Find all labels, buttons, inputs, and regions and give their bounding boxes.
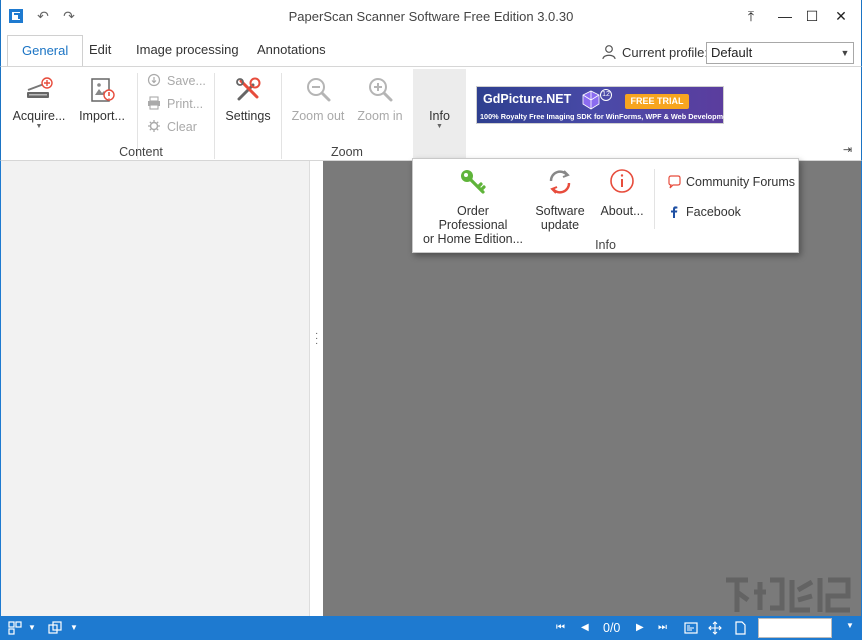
zoom-out-label: Zoom out xyxy=(291,109,345,123)
ad-version-badge: 12 xyxy=(600,89,612,101)
status-bar: ▼ ▼ ⏮ ◀ 0/0 ▶ ⏭ ▼ xyxy=(0,616,862,640)
ad-title: GdPicture.NET xyxy=(483,92,572,106)
window-title: PaperScan Scanner Software Free Edition … xyxy=(288,9,574,24)
settings-tools-icon xyxy=(236,77,261,101)
clear-button[interactable]: Clear xyxy=(147,117,197,137)
software-update-button[interactable]: Software update xyxy=(531,167,589,232)
ribbon: Acquire... ▼ Import... Save... Print... xyxy=(0,66,862,161)
first-page-icon[interactable]: ⏮ xyxy=(556,622,565,633)
save-button[interactable]: Save... xyxy=(147,71,206,91)
chat-bubble-icon xyxy=(668,175,681,189)
ribbon-tab-bar: General Edit Image processing Annotation… xyxy=(0,32,862,67)
gdpicture-ad-banner[interactable]: GdPicture.NET 12 FREE TRIAL 100% Royalty… xyxy=(476,86,734,124)
profile-select-value: Default xyxy=(711,45,753,60)
maximize-button[interactable]: ☐ xyxy=(798,4,826,28)
facebook-label: Facebook xyxy=(686,205,741,219)
about-label: About... xyxy=(600,204,644,218)
print-label: Print... xyxy=(167,97,204,111)
panel-splitter[interactable]: · · · xyxy=(310,161,323,616)
user-profile-icon xyxy=(602,45,616,60)
fit-page-icon[interactable] xyxy=(708,621,722,635)
minimize-button[interactable]: — xyxy=(771,4,799,28)
save-label: Save... xyxy=(167,74,206,88)
current-profile-label: Current profile: xyxy=(601,44,708,60)
ribbon-display-options-button[interactable]: ⤒ xyxy=(737,4,765,28)
import-image-icon xyxy=(91,78,115,102)
acquire-button[interactable]: Acquire... ▼ xyxy=(9,75,69,131)
dropdown-caret-icon: ▼ xyxy=(35,123,43,130)
content-group-label: Content xyxy=(119,145,163,159)
zoom-in-icon xyxy=(369,78,393,102)
about-button[interactable]: About... xyxy=(595,167,649,218)
refresh-update-icon xyxy=(549,170,571,194)
settings-label: Settings xyxy=(225,109,271,123)
site-watermark-logo xyxy=(726,577,851,613)
dropdown-caret-icon: ▼ xyxy=(436,123,443,130)
info-button[interactable]: Info ▼ xyxy=(413,69,466,161)
zoom-out-button[interactable]: Zoom out xyxy=(287,75,349,123)
clear-label: Clear xyxy=(167,120,197,134)
info-group-label: Info xyxy=(595,238,616,252)
title-bar: ↶ ↷ PaperScan Scanner Software Free Edit… xyxy=(0,0,862,32)
printer-icon xyxy=(148,96,160,110)
dropdown-separator xyxy=(654,169,655,229)
undo-button[interactable]: ↶ xyxy=(33,6,53,26)
facebook-icon xyxy=(671,206,678,218)
info-circle-icon xyxy=(610,169,634,193)
actual-size-icon[interactable] xyxy=(684,621,698,635)
order-line1: Order Professional xyxy=(438,204,508,232)
update-line2: update xyxy=(540,218,580,232)
import-button[interactable]: Import... xyxy=(73,75,131,123)
facebook-link[interactable]: Facebook xyxy=(667,202,741,222)
profile-select[interactable]: Default ▼ xyxy=(706,42,854,64)
order-edition-button[interactable]: Order Professional or Home Edition... xyxy=(421,167,525,246)
zoom-group-label: Zoom xyxy=(331,145,363,159)
pin-ribbon-icon[interactable]: ⇥ xyxy=(843,143,855,156)
last-page-icon[interactable]: ⏭ xyxy=(658,622,667,633)
pages-view-icon[interactable] xyxy=(48,621,62,635)
key-icon xyxy=(461,170,486,194)
community-forums-link[interactable]: Community Forums xyxy=(667,172,795,192)
info-label: Info xyxy=(429,109,450,123)
clear-gear-icon xyxy=(148,120,160,132)
app-logo-icon xyxy=(9,9,23,23)
ad-free-trial-badge: FREE TRIAL xyxy=(625,94,689,109)
zoom-in-label: Zoom in xyxy=(357,109,403,123)
import-label: Import... xyxy=(79,109,125,123)
cube-logo-icon xyxy=(582,90,600,110)
close-button[interactable]: ✕ xyxy=(827,4,855,28)
ad-subtitle: 100% Royalty Free Imaging SDK for WinFor… xyxy=(480,112,735,121)
next-page-icon[interactable]: ▶ xyxy=(636,622,644,633)
info-button-label-wrap: Info ▼ xyxy=(413,109,466,131)
tab-edit[interactable]: Edit xyxy=(75,35,125,66)
thumbnails-dropdown-icon[interactable]: ▼ xyxy=(28,623,36,632)
page-counter: 0/0 xyxy=(603,621,621,635)
previous-page-icon[interactable]: ◀ xyxy=(581,622,589,633)
info-dropdown-panel: Order Professional or Home Edition... So… xyxy=(412,158,799,253)
settings-button[interactable]: Settings xyxy=(219,75,277,123)
fit-width-icon[interactable] xyxy=(733,621,747,635)
update-line1: Software xyxy=(535,204,585,218)
thumbnail-panel xyxy=(1,161,310,616)
tab-annotations[interactable]: Annotations xyxy=(243,35,340,66)
chevron-down-icon: ▼ xyxy=(840,48,850,58)
splitter-grip-icon: · · · xyxy=(315,328,319,349)
zoom-dropdown-icon[interactable]: ▼ xyxy=(846,621,854,630)
thumbnails-view-icon[interactable] xyxy=(8,621,22,635)
tab-general[interactable]: General xyxy=(7,35,84,67)
zoom-level-field[interactable] xyxy=(758,618,832,638)
zoom-in-button[interactable]: Zoom in xyxy=(353,75,407,123)
save-icon xyxy=(147,73,161,87)
redo-button[interactable]: ↷ xyxy=(59,6,79,26)
zoom-out-icon xyxy=(307,78,331,102)
community-forums-label: Community Forums xyxy=(686,175,796,189)
scanner-icon xyxy=(27,77,53,98)
pages-dropdown-icon[interactable]: ▼ xyxy=(70,623,78,632)
acquire-label: Acquire... xyxy=(12,109,66,123)
current-profile-text: Current profile: xyxy=(622,45,708,60)
tab-image-processing[interactable]: Image processing xyxy=(122,35,253,66)
print-button[interactable]: Print... xyxy=(147,94,203,114)
